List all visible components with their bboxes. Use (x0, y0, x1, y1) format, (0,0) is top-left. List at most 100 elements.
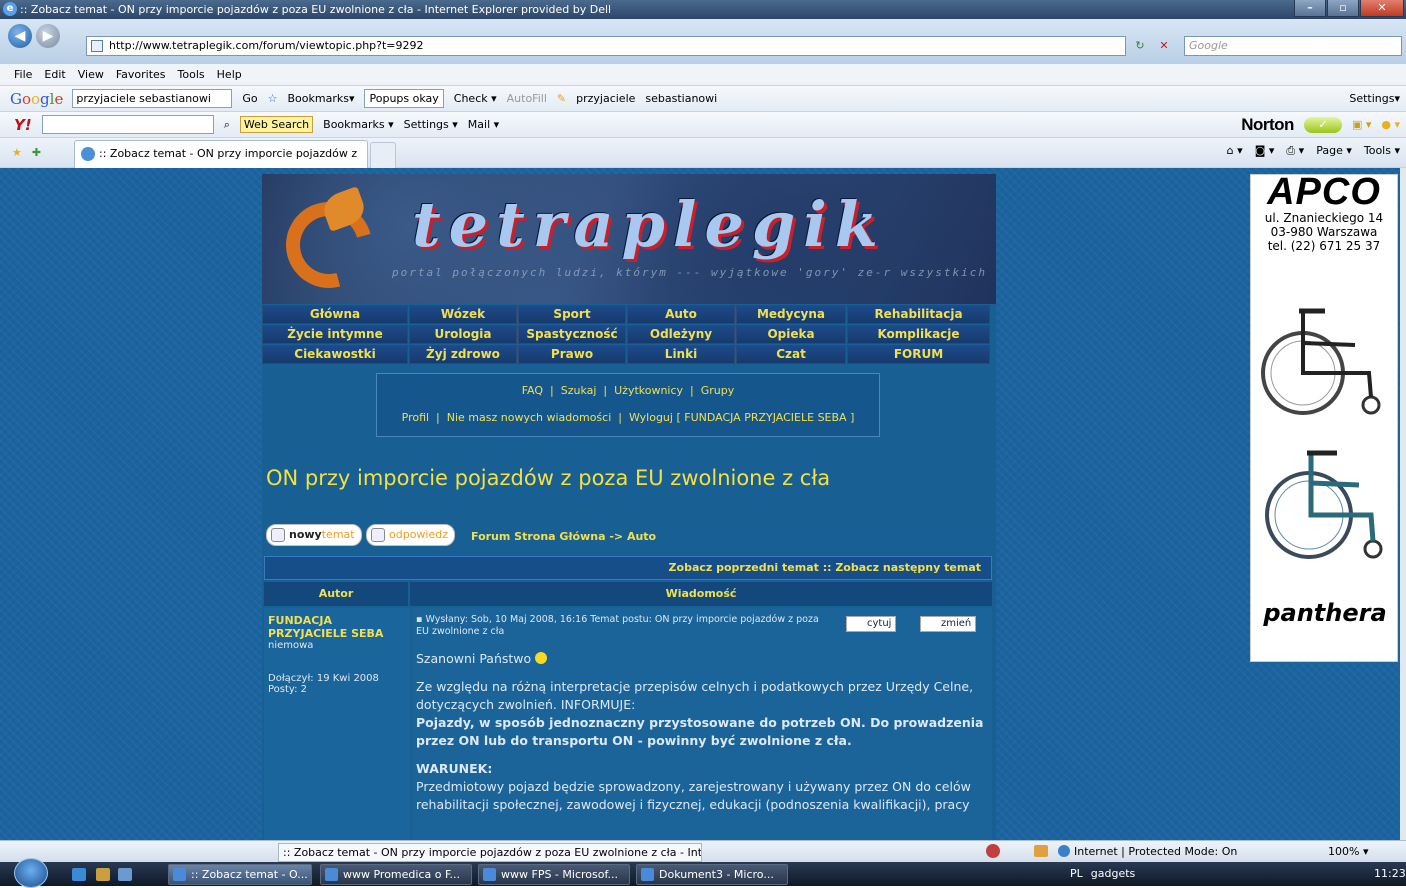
nav-opieka[interactable]: Opieka (736, 325, 846, 344)
stop-icon[interactable]: ✕ (1152, 36, 1176, 56)
nav-ciekawostki[interactable]: Ciekawostki (262, 345, 408, 364)
minimize-button[interactable]: – (1294, 0, 1326, 17)
prev-next-topic[interactable]: Zobacz poprzedni temat :: Zobacz następn… (264, 556, 992, 580)
addon-icon[interactable] (986, 844, 1000, 858)
nav-urologia[interactable]: Urologia (409, 325, 517, 344)
new-topic-button[interactable]: nowytemat (266, 524, 362, 546)
menu-edit[interactable]: Edit (44, 68, 65, 81)
nav-zyj-zdrowo[interactable]: Żyj zdrowo (409, 345, 517, 364)
maximize-button[interactable]: ▫ (1327, 0, 1359, 17)
globe-icon (1058, 845, 1070, 857)
search-input[interactable]: Google (1184, 36, 1402, 56)
clock[interactable]: 11:23 (1374, 862, 1406, 886)
zoom-control[interactable]: 100% ▾ (1328, 841, 1368, 863)
new-tab-button[interactable] (370, 142, 396, 168)
nav-komplikacje[interactable]: Komplikacje (847, 325, 990, 344)
ie-quicklaunch-icon[interactable] (72, 868, 86, 881)
menu-file[interactable]: File (14, 68, 32, 81)
reply-button[interactable]: odpowiedz (366, 524, 456, 546)
security-zone[interactable]: Internet | Protected Mode: On (1058, 841, 1237, 863)
topic-title[interactable]: ON przy imporcie pojazdów z poza EU zwol… (266, 466, 830, 490)
menu-view[interactable]: View (78, 68, 104, 81)
highlight-icon[interactable]: ✎ (557, 92, 566, 105)
menu-help[interactable]: Help (217, 68, 242, 81)
post-meta: ▪ Wysłany: Sob, 10 Maj 2008, 16:16 Temat… (416, 614, 826, 638)
nav-prawo[interactable]: Prawo (518, 345, 626, 364)
nav-sport[interactable]: Sport (518, 305, 626, 324)
nav-glowna[interactable]: Główna (262, 305, 408, 324)
google-search-input[interactable]: przyjaciele sebastianowi (72, 89, 233, 108)
search-term-przyjaciele[interactable]: przyjaciele (576, 92, 635, 105)
language-indicator[interactable]: PL (1070, 862, 1083, 886)
nav-spastycznosc[interactable]: Spastyczność (518, 325, 626, 344)
menu-tools[interactable]: Tools (178, 68, 205, 81)
window-titlebar: e :: Zobacz temat - ON przy imporcie poj… (0, 0, 1406, 19)
home-icon[interactable]: ⌂ ▾ (1227, 144, 1243, 158)
add-favorites-icon[interactable]: ✚ (32, 146, 41, 159)
nav-wozek[interactable]: Wózek (409, 305, 517, 324)
yahoo-bookmarks-button[interactable]: Bookmarks ▾ (323, 118, 393, 131)
forum-menu-line1[interactable]: FAQ | Szukaj | Użytkownicy | Grupy (377, 384, 879, 397)
feeds-icon[interactable]: ◙ ▾ (1255, 144, 1275, 158)
nav-rehabilitacja[interactable]: Rehabilitacja (847, 305, 990, 324)
nav-zycie-intymne[interactable]: Życie intymne (262, 325, 408, 344)
yahoo-toolbar: Y! ⌕ Web Search Bookmarks ▾ Settings ▾ M… (0, 112, 1406, 138)
print-icon[interactable]: ⎙ ▾ (1286, 144, 1304, 158)
task-word-fps[interactable]: www FPS - Microsof... (478, 864, 630, 885)
norton-identity-icon[interactable]: ● ▾ (1381, 118, 1400, 131)
desktop-quicklaunch-icon[interactable] (118, 868, 132, 881)
page-scrollbar[interactable] (1400, 168, 1406, 840)
site-banner[interactable]: tetraplegik portal połączonych ludzi, kt… (262, 174, 996, 304)
address-input[interactable]: http://www.tetraplegik.com/forum/viewtop… (86, 36, 1126, 56)
task-fps-label: www FPS - Microsof... (501, 868, 619, 881)
nav-czat[interactable]: Czat (736, 345, 846, 364)
security-icon[interactable] (1034, 845, 1048, 857)
nav-medycyna[interactable]: Medycyna (736, 305, 846, 324)
explorer-quicklaunch-icon[interactable] (96, 868, 110, 881)
nav-forum[interactable]: FORUM (847, 345, 990, 364)
mail-button[interactable]: Mail ▾ (468, 118, 499, 131)
apco-advertisement[interactable]: APCO ul. Znanieckiego 14 03-980 Warszawa… (1250, 174, 1398, 662)
gadgets-toolbar[interactable]: gadgets (1091, 862, 1136, 886)
norton-safe-icon[interactable]: ▣ ▾ (1352, 118, 1371, 131)
post-author-posts: Posty: 2 (268, 684, 308, 695)
autofill-button[interactable]: AutoFill (507, 92, 547, 105)
task-word-promedica[interactable]: www Promedica o F... (320, 864, 472, 885)
command-bar: ⌂ ▾ ◙ ▾ ⎙ ▾ Page ▾ Tools ▾ (1215, 144, 1400, 158)
yahoo-search-input[interactable] (41, 115, 214, 134)
yahoo-settings-button[interactable]: Settings ▾ (404, 118, 458, 131)
google-settings-button[interactable]: Settings▾ (1349, 92, 1400, 105)
back-button[interactable]: ◀ (8, 24, 32, 48)
nav-auto[interactable]: Auto (627, 305, 735, 324)
nav-linki[interactable]: Linki (627, 345, 735, 364)
task-ie[interactable]: :: Zobacz temat - O... (168, 864, 312, 885)
check-button[interactable]: Check ▾ (454, 92, 497, 105)
menu-favorites[interactable]: Favorites (116, 68, 166, 81)
norton-check-icon[interactable]: ✓ (1303, 116, 1342, 133)
yahoo-logo[interactable]: Y! (14, 116, 32, 134)
address-bar-area: ◀ ▶ http://www.tetraplegik.com/forum/vie… (0, 19, 1406, 64)
search-term-sebastianowi[interactable]: sebastianowi (645, 92, 717, 105)
web-search-button[interactable]: Web Search (239, 116, 314, 133)
tools-menu[interactable]: Tools ▾ (1364, 144, 1400, 158)
favorites-star-icon[interactable]: ★ (12, 146, 22, 159)
tab-current[interactable]: :: Zobacz temat - ON przy imporcie pojaz… (74, 140, 368, 186)
popups-button[interactable]: Popups okay (364, 89, 444, 108)
forum-menu-line2[interactable]: Profil | Nie masz nowych wiadomości | Wy… (377, 411, 879, 424)
quote-button[interactable]: cytuj (846, 616, 897, 632)
page-menu[interactable]: Page ▾ (1316, 144, 1352, 158)
breadcrumb[interactable]: Forum Strona Główna -> Auto (471, 530, 656, 543)
search-icon[interactable]: ⌕ (224, 118, 230, 132)
forward-button[interactable]: ▶ (36, 24, 60, 48)
google-go-button[interactable]: Go (242, 92, 257, 105)
task-word-dokument[interactable]: Dokument3 - Micro... (636, 864, 788, 885)
ad-address-1: ul. Znanieckiego 14 (1264, 211, 1384, 225)
close-button[interactable]: ✕ (1360, 0, 1404, 17)
wheelchair-image-2-icon (1265, 450, 1383, 559)
edit-button[interactable]: zmień (920, 616, 977, 632)
nav-odlezyny[interactable]: Odleżyny (627, 325, 735, 344)
post-author-name[interactable]: FUNDACJA PRZYJACIELE SEBA (268, 614, 406, 640)
start-button[interactable] (14, 858, 48, 888)
refresh-icon[interactable]: ↻ (1128, 36, 1152, 56)
bookmarks-button[interactable]: Bookmarks▾ (288, 92, 355, 105)
